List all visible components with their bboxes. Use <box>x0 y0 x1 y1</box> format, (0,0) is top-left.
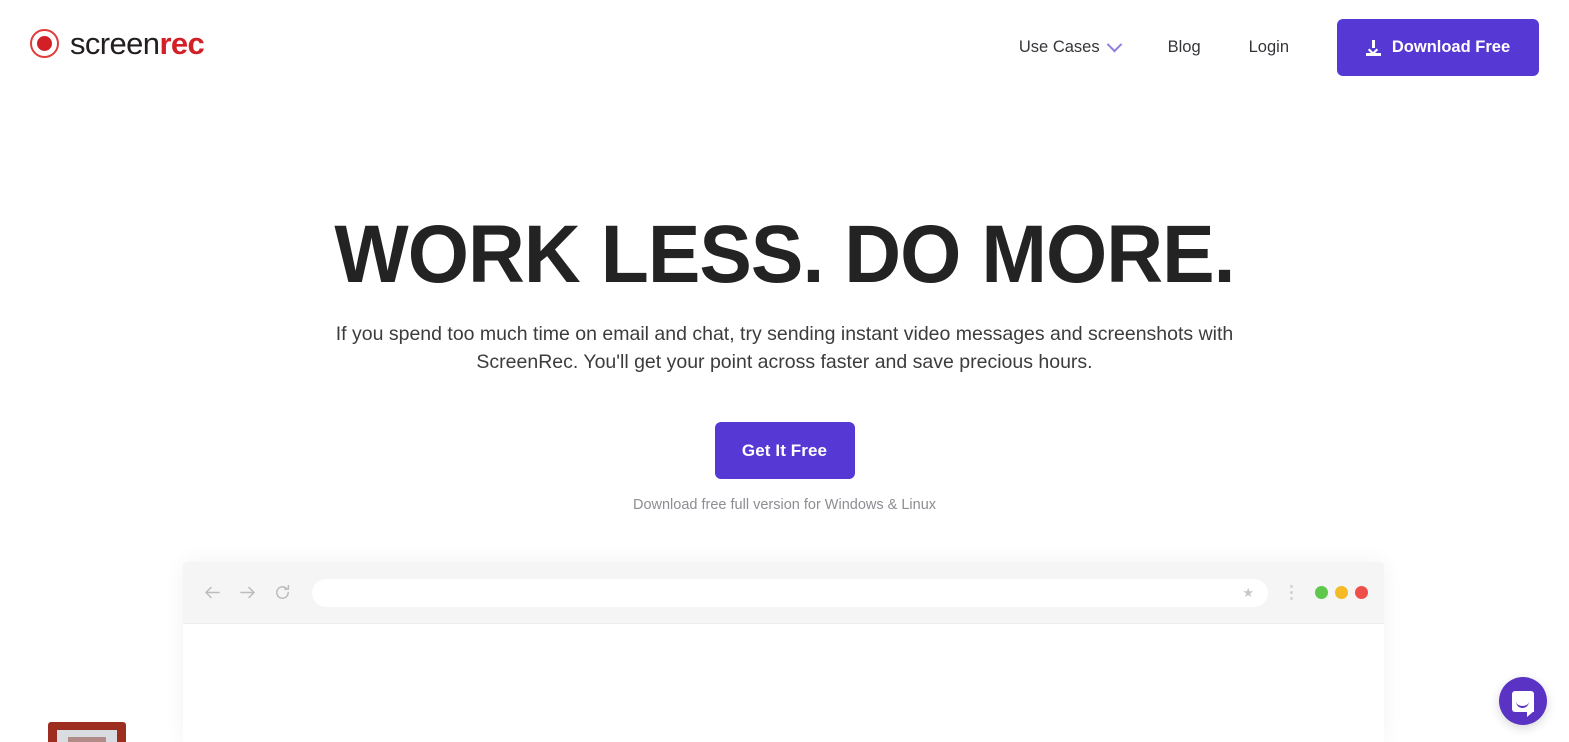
hero-subheadline: If you spend too much time on email and … <box>335 323 1234 374</box>
intercom-chat-button[interactable] <box>1499 677 1547 725</box>
browser-mockup: ★ <box>183 562 1384 742</box>
cta-note: Download free full version for Windows &… <box>632 497 937 514</box>
brand-name-part2: rec <box>159 26 205 61</box>
hero-section: WORK LESS. DO MORE. If you spend too muc… <box>0 96 1569 513</box>
window-dot-yellow[interactable] <box>1335 586 1348 599</box>
download-free-button-label: Download Free <box>1391 38 1511 56</box>
main-navigation: Use Cases Blog Login Download Free <box>995 19 1539 76</box>
site-header: screenrec Use Cases Blog Login Download … <box>0 0 1569 96</box>
download-icon <box>1365 39 1381 56</box>
framed-picture-illustration <box>48 722 126 742</box>
arrow-left-icon[interactable] <box>203 583 222 602</box>
brand-logo[interactable]: screenrec <box>30 26 205 61</box>
browser-nav-buttons <box>203 583 292 602</box>
brand-logo-text: screenrec <box>70 26 205 61</box>
nav-item-login-label: Login <box>1248 38 1289 56</box>
arrow-right-icon[interactable] <box>238 583 257 602</box>
chevron-down-icon <box>1106 36 1122 53</box>
download-free-button[interactable]: Download Free <box>1337 19 1539 76</box>
window-control-dots <box>1315 586 1368 599</box>
reload-icon[interactable] <box>273 583 292 602</box>
nav-item-blog-label: Blog <box>1167 38 1201 56</box>
record-circle-icon <box>30 29 59 58</box>
brand-name-part1: screen <box>70 26 160 61</box>
page-title: WORK LESS. DO MORE. <box>334 209 1235 300</box>
hero-cta-group: Get It Free Download free full version f… <box>0 422 1569 513</box>
landing-page: screenrec Use Cases Blog Login Download … <box>0 0 1569 742</box>
nav-item-use-cases-label: Use Cases <box>1018 38 1100 56</box>
window-dot-red[interactable] <box>1355 586 1368 599</box>
kebab-menu-icon[interactable] <box>1290 585 1293 600</box>
nav-item-login[interactable]: Login <box>1225 19 1313 76</box>
nav-item-blog[interactable]: Blog <box>1144 19 1225 76</box>
browser-content-area <box>183 624 1384 742</box>
get-it-free-button[interactable]: Get It Free <box>714 422 855 480</box>
browser-toolbar: ★ <box>183 562 1384 624</box>
framed-picture-detail <box>68 737 106 742</box>
star-icon[interactable]: ★ <box>1242 586 1254 599</box>
url-input[interactable]: ★ <box>312 578 1268 607</box>
window-dot-green[interactable] <box>1315 586 1328 599</box>
intercom-chat-icon <box>1512 690 1534 717</box>
nav-item-use-cases[interactable]: Use Cases <box>995 19 1144 76</box>
